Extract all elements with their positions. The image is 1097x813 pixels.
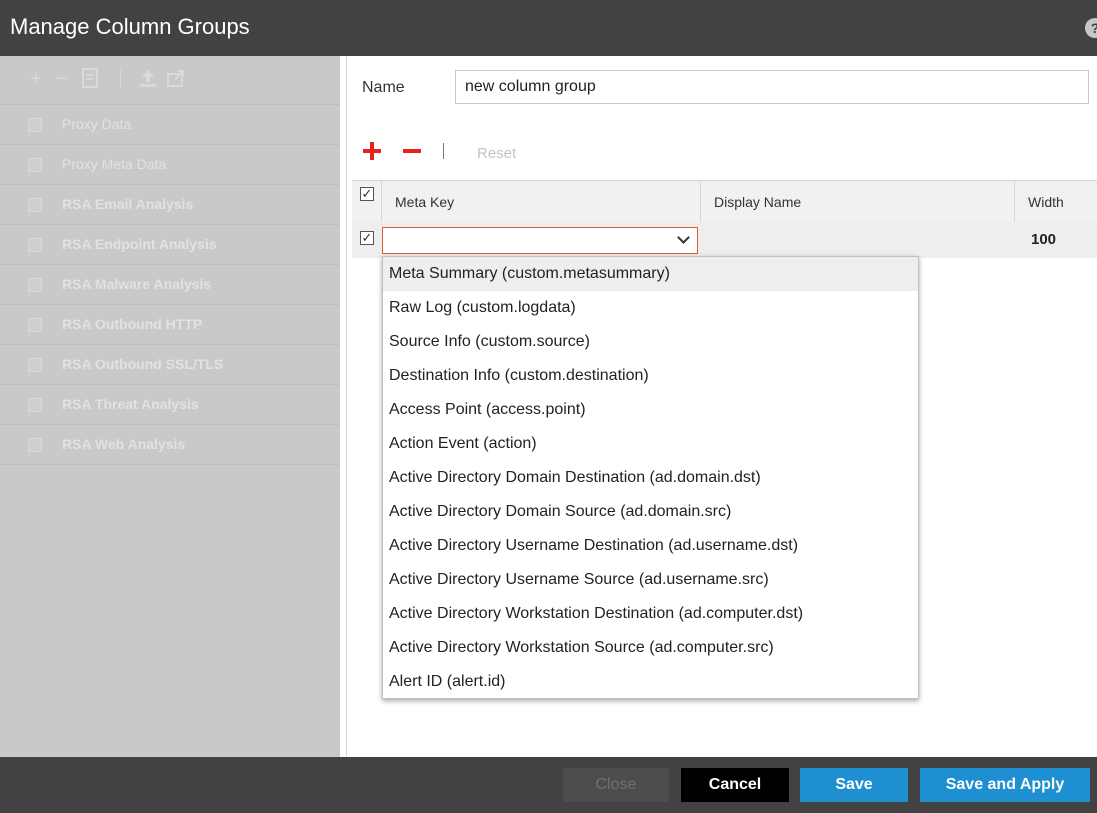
groups-toolbar: + − xyxy=(0,56,340,105)
group-checkbox[interactable] xyxy=(28,358,42,372)
select-all-column: ✓ xyxy=(352,181,382,223)
list-item[interactable]: RSA Outbound SSL/TLS xyxy=(0,345,340,385)
dropdown-option[interactable]: Alert ID (alert.id) xyxy=(383,665,918,698)
dialog-title-bar: Manage Column Groups ? xyxy=(0,0,1097,56)
save-and-apply-button[interactable]: Save and Apply xyxy=(920,768,1090,802)
copy-icon[interactable] xyxy=(82,68,98,94)
list-item[interactable]: RSA Web Analysis xyxy=(0,425,340,465)
dropdown-option[interactable]: Source Info (custom.source) xyxy=(383,325,918,359)
width-header-label: Width xyxy=(1028,194,1064,210)
group-checkbox[interactable] xyxy=(28,158,42,172)
meta-key-header-label: Meta Key xyxy=(395,194,455,210)
group-label: RSA Outbound SSL/TLS xyxy=(62,356,224,372)
group-label: RSA Web Analysis xyxy=(62,436,186,452)
group-list: Proxy Data Proxy Meta Data RSA Email Ana… xyxy=(0,105,340,465)
row-checkbox[interactable]: ✓ xyxy=(360,231,374,245)
dropdown-option[interactable]: Action Event (action) xyxy=(383,427,918,461)
group-label: RSA Email Analysis xyxy=(62,196,194,212)
close-button[interactable]: Close xyxy=(563,768,669,802)
group-label: Proxy Meta Data xyxy=(62,156,167,172)
dropdown-option[interactable]: Active Directory Domain Destination (ad.… xyxy=(383,461,918,495)
reset-button[interactable]: Reset xyxy=(477,145,516,162)
dropdown-option[interactable]: Access Point (access.point) xyxy=(383,393,918,427)
group-checkbox[interactable] xyxy=(28,278,42,292)
group-checkbox[interactable] xyxy=(28,238,42,252)
group-label: RSA Endpoint Analysis xyxy=(62,236,217,252)
group-checkbox[interactable] xyxy=(28,118,42,132)
group-checkbox[interactable] xyxy=(28,198,42,212)
select-all-checkbox[interactable]: ✓ xyxy=(360,187,374,201)
table-row[interactable]: ✓ 100 xyxy=(352,222,1097,258)
dropdown-option[interactable]: Active Directory Username Destination (a… xyxy=(383,529,918,563)
import-icon[interactable] xyxy=(138,68,158,94)
meta-key-header[interactable]: Meta Key xyxy=(382,181,701,223)
grid-header: ✓ Meta Key Display Name Width xyxy=(352,180,1097,224)
group-checkbox[interactable] xyxy=(28,438,42,452)
dialog-title: Manage Column Groups xyxy=(10,14,250,39)
export-icon[interactable] xyxy=(166,68,186,94)
display-name-header-label: Display Name xyxy=(714,194,802,210)
group-label: RSA Threat Analysis xyxy=(62,396,199,412)
list-item[interactable]: RSA Threat Analysis xyxy=(0,385,340,425)
width-header[interactable]: Width xyxy=(1015,181,1097,223)
remove-row-icon[interactable] xyxy=(401,140,423,162)
group-checkbox[interactable] xyxy=(28,398,42,412)
panel-divider xyxy=(346,56,347,757)
dropdown-option[interactable]: Active Directory Domain Source (ad.domai… xyxy=(383,495,918,529)
group-label: RSA Malware Analysis xyxy=(62,276,212,292)
list-item[interactable]: RSA Endpoint Analysis xyxy=(0,225,340,265)
dropdown-option[interactable]: Destination Info (custom.destination) xyxy=(383,359,918,393)
meta-key-options-list[interactable]: Meta Summary (custom.metasummary) Raw Lo… xyxy=(382,256,919,699)
dropdown-option[interactable]: Active Directory Username Source (ad.use… xyxy=(383,563,918,597)
dropdown-option[interactable]: Active Directory Workstation Destination… xyxy=(383,597,918,631)
dropdown-option[interactable]: Active Directory Workstation Source (ad.… xyxy=(383,631,918,665)
minus-icon[interactable]: − xyxy=(56,68,68,91)
dropdown-option[interactable]: Raw Log (custom.logdata) xyxy=(383,291,918,325)
cancel-button[interactable]: Cancel xyxy=(681,768,789,802)
group-label: Proxy Data xyxy=(62,116,132,132)
toolbar-divider xyxy=(120,70,121,88)
width-value[interactable]: 100 xyxy=(1031,231,1056,248)
dropdown-option[interactable]: Meta Summary (custom.metasummary) xyxy=(383,257,918,291)
list-item[interactable]: RSA Email Analysis xyxy=(0,185,340,225)
toolbar-divider xyxy=(443,143,444,159)
group-checkbox[interactable] xyxy=(28,318,42,332)
column-groups-panel: + − Proxy Data Proxy Meta Data RSA Email… xyxy=(0,56,340,757)
list-item[interactable]: Proxy Meta Data xyxy=(0,145,340,185)
save-button[interactable]: Save xyxy=(800,768,908,802)
name-input[interactable] xyxy=(455,70,1089,104)
display-name-header[interactable]: Display Name xyxy=(701,181,1015,223)
name-label: Name xyxy=(362,79,405,96)
add-row-icon[interactable] xyxy=(361,140,383,162)
meta-key-dropdown[interactable] xyxy=(382,227,698,254)
list-item[interactable]: RSA Malware Analysis xyxy=(0,265,340,305)
help-icon[interactable]: ? xyxy=(1085,18,1097,38)
chevron-down-icon[interactable] xyxy=(677,231,690,244)
plus-icon[interactable]: + xyxy=(30,68,42,91)
dialog-footer: Close Cancel Save Save and Apply xyxy=(0,757,1097,813)
list-item[interactable]: RSA Outbound HTTP xyxy=(0,305,340,345)
group-label: RSA Outbound HTTP xyxy=(62,316,203,332)
list-item[interactable]: Proxy Data xyxy=(0,105,340,145)
